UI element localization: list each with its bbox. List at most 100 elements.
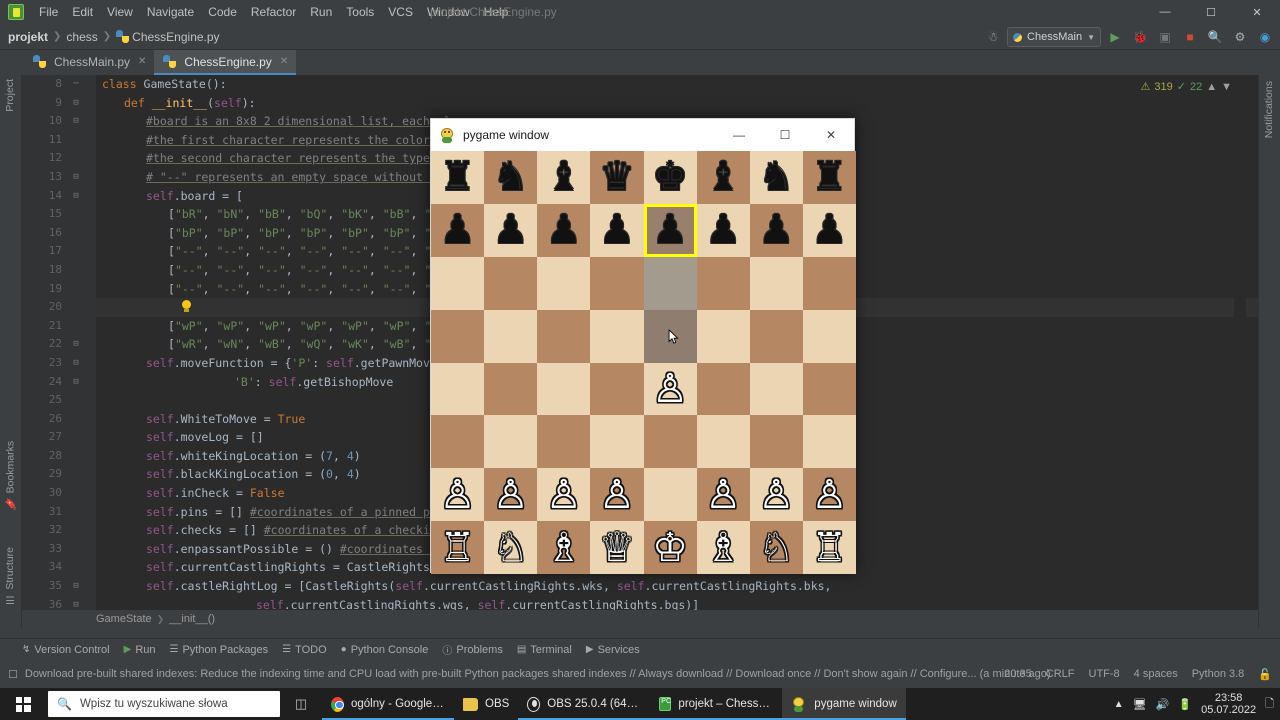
updates-icon[interactable]: ◉: [1254, 26, 1276, 48]
board-square[interactable]: [802, 256, 856, 310]
network-icon[interactable]: 🖥: [1133, 698, 1147, 711]
taskbar-search-input[interactable]: 🔍 Wpisz tu wyszukiwane słowa: [48, 691, 280, 717]
menu-item-run[interactable]: Run: [303, 3, 339, 21]
board-square[interactable]: ♟: [643, 203, 697, 257]
prev-problem-icon[interactable]: ▲: [1206, 81, 1217, 93]
stop-icon[interactable]: ■: [1179, 26, 1201, 48]
code-fold-icon[interactable]: ⊟: [70, 112, 82, 131]
close-tab-icon[interactable]: ✕: [280, 56, 288, 67]
board-square[interactable]: [802, 362, 856, 416]
code-fold-icon[interactable]: ⊟: [70, 354, 82, 373]
menu-item-code[interactable]: Code: [201, 3, 244, 21]
show-hidden-icons[interactable]: ▲: [1114, 699, 1124, 710]
menu-item-file[interactable]: File: [32, 3, 65, 21]
status-interpreter[interactable]: Python 3.8: [1192, 668, 1245, 680]
board-square[interactable]: ♔: [643, 521, 697, 574]
minimize-icon[interactable]: —: [1142, 0, 1188, 24]
chess-piece-bP[interactable]: ♟: [599, 210, 635, 250]
board-square[interactable]: [590, 256, 644, 310]
board-square[interactable]: ♟: [431, 203, 485, 257]
board-square[interactable]: [749, 362, 803, 416]
chess-piece-wP[interactable]: ♙: [758, 475, 794, 515]
board-square[interactable]: ♝: [537, 151, 591, 204]
board-square[interactable]: [431, 309, 485, 363]
board-square[interactable]: ♙: [537, 468, 591, 522]
board-square[interactable]: [484, 309, 538, 363]
code-line[interactable]: 35 ⊟ self.castleRightLog = [CastleRights(s…: [49, 577, 1258, 596]
board-square[interactable]: ♘: [749, 521, 803, 574]
settings-gear-icon[interactable]: ⚙: [1229, 26, 1251, 48]
code-fold-icon[interactable]: ⊟: [70, 373, 82, 392]
board-square[interactable]: ♜: [802, 151, 856, 204]
breadcrumb-chess[interactable]: chess: [66, 30, 97, 44]
chess-piece-bP[interactable]: ♟: [652, 210, 688, 250]
tab-chessmain[interactable]: ChessMain.py ✕: [24, 50, 154, 75]
run-icon[interactable]: ▶: [1104, 26, 1126, 48]
chess-piece-wP[interactable]: ♙: [440, 475, 476, 515]
board-square[interactable]: [537, 309, 591, 363]
board-square[interactable]: ♗: [696, 521, 750, 574]
tool-problems[interactable]: ⓘ Problems: [442, 642, 502, 658]
breadcrumb-file[interactable]: ChessEngine.py: [132, 30, 219, 44]
debug-icon[interactable]: 🐞: [1129, 26, 1151, 48]
board-square[interactable]: ♞: [484, 151, 538, 204]
tool-python-packages[interactable]: ☰ Python Packages: [170, 644, 269, 656]
board-square[interactable]: ♟: [802, 203, 856, 257]
board-square[interactable]: ♙: [590, 468, 644, 522]
sidebar-item-project[interactable]: Project: [4, 79, 16, 112]
code-line[interactable]: 8 ─ class GameState():: [55, 75, 1258, 94]
chess-piece-wQ[interactable]: ♕: [599, 528, 635, 568]
taskbar-item-obs[interactable]: OBS 25.0.4 (64-bit, ...: [518, 688, 651, 720]
chess-piece-bR[interactable]: ♜: [440, 157, 476, 197]
board-square[interactable]: [643, 309, 697, 363]
tool-terminal[interactable]: ▤ Terminal: [517, 644, 572, 656]
chess-piece-wP[interactable]: ♙: [546, 475, 582, 515]
breadcrumb-projekt[interactable]: projekt: [8, 30, 48, 44]
chess-piece-bN[interactable]: ♞: [493, 157, 529, 197]
menu-item-view[interactable]: View: [100, 3, 140, 21]
board-square[interactable]: ♙: [484, 468, 538, 522]
code-fold-icon[interactable]: ⊟: [70, 577, 82, 596]
chess-piece-wP[interactable]: ♙: [812, 475, 848, 515]
board-square[interactable]: [696, 309, 750, 363]
sidebar-item-bookmarks[interactable]: 🔖 Bookmarks: [4, 441, 18, 510]
board-square[interactable]: [431, 362, 485, 416]
board-square[interactable]: ♘: [484, 521, 538, 574]
minimize-icon[interactable]: —: [716, 119, 762, 151]
chess-piece-bB[interactable]: ♝: [546, 157, 582, 197]
breadcrumb-method[interactable]: __init__(): [169, 613, 215, 625]
code-fold-icon[interactable]: ⊟: [70, 335, 82, 354]
code-fold-icon[interactable]: ⊟: [70, 168, 82, 187]
status-indent[interactable]: 4 spaces: [1134, 668, 1178, 680]
chess-piece-bP[interactable]: ♟: [758, 210, 794, 250]
taskbar-item-chrome[interactable]: ogólny - Google Ch...: [322, 688, 454, 720]
board-square[interactable]: [643, 468, 697, 522]
board-square[interactable]: [590, 309, 644, 363]
board-square[interactable]: ♙: [643, 362, 697, 416]
chess-piece-wB[interactable]: ♗: [705, 528, 741, 568]
chess-board[interactable]: ♜ ♞ ♝ ♛ ♚ ♝ ♞ ♜ ♟ ♟ ♟ ♟ ♟ ♟ ♟ ♟ ♙ ♙ ♙ ♙ ♙ ♙ ♙ ♙ ♖ ♘ ♗ ♕ ♔ ♗ ♘ ♖: [431, 151, 856, 574]
chess-piece-bK[interactable]: ♚: [652, 157, 688, 197]
board-square[interactable]: ♜: [431, 151, 485, 204]
volume-icon[interactable]: 🔊: [1156, 698, 1170, 711]
close-tab-icon[interactable]: ✕: [138, 56, 146, 67]
menu-item-edit[interactable]: Edit: [65, 3, 100, 21]
taskbar-item-obs-folder[interactable]: OBS: [454, 688, 518, 720]
board-square[interactable]: ♝: [696, 151, 750, 204]
board-square[interactable]: ♕: [590, 521, 644, 574]
chess-piece-wK[interactable]: ♔: [652, 528, 688, 568]
chess-piece-bP[interactable]: ♟: [493, 210, 529, 250]
pygame-title-bar[interactable]: pygame window — ☐ ✕: [431, 119, 854, 151]
board-square[interactable]: [749, 309, 803, 363]
menu-item-vcs[interactable]: VCS: [381, 3, 420, 21]
chess-piece-wP[interactable]: ♙: [652, 369, 688, 409]
board-square[interactable]: ♚: [643, 151, 697, 204]
code-fold-icon[interactable]: ⊟: [70, 187, 82, 206]
board-square[interactable]: [484, 362, 538, 416]
tab-chessengine[interactable]: ChessEngine.py ✕: [154, 50, 297, 75]
close-icon[interactable]: ✕: [808, 119, 854, 151]
menu-item-tools[interactable]: Tools: [339, 3, 381, 21]
code-fold-icon[interactable]: ⊟: [70, 94, 82, 113]
board-square[interactable]: [643, 415, 697, 469]
tool-python-console[interactable]: ● Python Console: [341, 644, 429, 656]
